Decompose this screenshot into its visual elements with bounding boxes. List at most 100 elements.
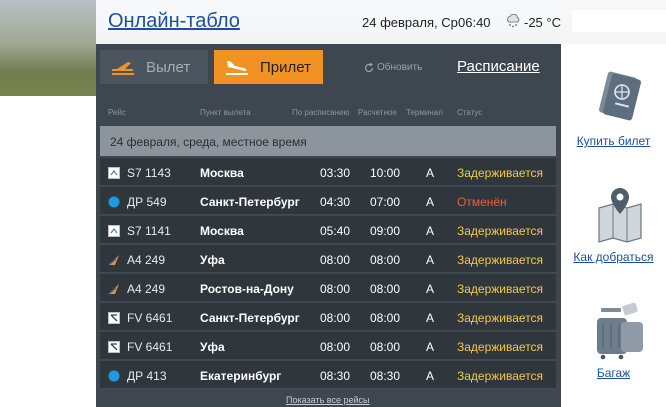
tab-departures[interactable]: Вылет [100, 50, 208, 84]
estimated-time: 07:00 [370, 195, 401, 209]
table-row[interactable]: S7 1141 Москва 05:40 09:00 A Задерживается [100, 216, 556, 244]
terminal: A [426, 253, 435, 267]
a4-logo-icon [108, 282, 120, 295]
sidebar-item-buy-ticket[interactable]: Купить билет [561, 68, 666, 154]
flight-number: FV 6461 [127, 311, 173, 325]
flight-number: ДР 549 [127, 195, 167, 209]
refresh-label: Обновить [377, 62, 423, 73]
status-label: Задерживается [457, 166, 544, 180]
scheduled-time: 05:40 [320, 224, 351, 238]
scheduled-time: 08:00 [320, 340, 351, 354]
date-separator: 24 февраля, среда, местное время [100, 126, 556, 156]
luggage-icon [597, 302, 643, 360]
plane-departure-icon [112, 62, 134, 75]
terminal: A [426, 340, 435, 354]
scheduled-time: 08:30 [320, 369, 351, 383]
origin-city: Москва [200, 224, 244, 238]
origin-city: Санкт-Петербург [200, 195, 300, 209]
origin-city: Санкт-Петербург [200, 311, 300, 325]
status-label: Задерживается [457, 224, 544, 238]
origin-city: Уфа [200, 253, 225, 267]
scheduled-time: 04:30 [320, 195, 351, 209]
table-row[interactable]: А4 249 Ростов-на-Дону 08:00 08:00 A Задержива… [100, 274, 556, 302]
status-label: Задерживается [457, 282, 544, 296]
table-row[interactable]: ДР 549 Санкт-Петербург 04:30 07:00 A Отменён [100, 187, 556, 215]
table-row[interactable]: FV 6461 Уфа 08:00 08:00 A Задерживается [100, 332, 556, 360]
column-header-status: Статус [457, 108, 483, 117]
plane-arrival-icon [226, 61, 248, 75]
terminal: A [426, 282, 435, 296]
table-row[interactable]: А4 249 Уфа 08:00 08:00 A Задерживается [100, 245, 556, 273]
terminal: A [426, 369, 435, 383]
column-header-origin: Пункт вылета [200, 108, 251, 117]
tab-departures-label: Вылет [146, 58, 191, 76]
scheduled-time: 03:30 [320, 166, 351, 180]
page: Онлайн-табло 24 февраля, Ср 06:40 -25 °C… [0, 0, 666, 407]
current-date: 24 февраля, Ср [362, 15, 458, 30]
tab-arrivals[interactable]: Прилет [214, 50, 323, 84]
origin-city: Уфа [200, 340, 225, 354]
flight-number: А4 249 [127, 253, 166, 267]
status-label: Отменён [457, 195, 507, 209]
table-row[interactable]: S7 1143 Москва 03:30 10:00 A Задерживается [100, 158, 556, 186]
dr-logo-icon [108, 369, 120, 382]
estimated-time: 08:00 [370, 340, 401, 354]
terminal: A [426, 311, 435, 325]
passport-icon [599, 71, 641, 121]
column-header-scheduled: По расписанию [292, 108, 350, 117]
header-bar: Онлайн-табло 24 февраля, Ср 06:40 -25 °C [96, 0, 666, 44]
flight-number: А4 249 [127, 282, 166, 296]
scheduled-time: 08:00 [320, 253, 351, 267]
date-separator-label: 24 февраля, среда, местное время [110, 135, 307, 149]
refresh-button[interactable]: Обновить [364, 62, 422, 73]
fv-logo-icon [108, 311, 120, 324]
tab-arrivals-label: Прилет [260, 58, 311, 76]
show-all-flights-link[interactable]: Показать все рейсы [286, 395, 369, 405]
s7-logo-icon [108, 166, 120, 179]
flight-board: Вылет Прилет Обновить Расписание Рейс Пу… [96, 44, 561, 407]
status-label: Задерживается [457, 340, 544, 354]
column-header-flight: Рейс [108, 108, 126, 117]
current-time: 06:40 [458, 15, 491, 30]
flight-number: FV 6461 [127, 340, 173, 354]
flight-number: ДР 413 [127, 369, 167, 383]
status-label: Задерживается [457, 311, 544, 325]
origin-city: Москва [200, 166, 244, 180]
refresh-icon [364, 62, 374, 72]
estimated-time: 08:00 [370, 253, 401, 267]
fv-logo-icon [108, 340, 120, 353]
map-pin-icon [598, 188, 642, 243]
status-label: Задерживается [457, 253, 544, 267]
estimated-time: 08:30 [370, 369, 401, 383]
estimated-time: 08:00 [370, 282, 401, 296]
estimated-time: 10:00 [370, 166, 401, 180]
sidebar: Купить билет Как добраться Багаж [561, 44, 666, 407]
column-header-terminal: Терминал [406, 108, 443, 117]
schedule-link[interactable]: Расписание [457, 58, 540, 75]
s7-logo-icon [108, 224, 120, 237]
sidebar-item-label: Купить билет [576, 134, 651, 148]
a4-logo-icon [108, 253, 120, 266]
page-title[interactable]: Онлайн-табло [108, 10, 240, 33]
table-row[interactable]: ДР 413 Екатеринбург 08:30 08:30 A Задерживает… [100, 361, 556, 389]
sidebar-item-label: Как добраться [573, 250, 654, 264]
flight-number: S7 1141 [127, 224, 171, 238]
sidebar-item-baggage[interactable]: Багаж [561, 300, 666, 386]
flight-number: S7 1143 [127, 166, 171, 180]
table-row[interactable]: FV 6461 Санкт-Петербург 08:00 08:00 A Задержи… [100, 303, 556, 331]
terminal: A [426, 166, 435, 180]
origin-city: Екатеринбург [200, 369, 282, 383]
sidebar-item-label: Багаж [596, 366, 631, 380]
background-airfield [0, 0, 96, 96]
terminal: A [426, 224, 435, 238]
estimated-time: 08:00 [370, 311, 401, 325]
origin-city: Ростов-на-Дону [200, 282, 294, 296]
search-box[interactable] [572, 10, 666, 32]
cloud-snow-icon [507, 14, 520, 28]
status-label: Задерживается [457, 369, 544, 383]
column-header-estimated: Расчетное [358, 108, 397, 117]
temperature: -25 °C [524, 15, 561, 30]
sidebar-item-directions[interactable]: Как добраться [561, 184, 666, 268]
terminal: A [426, 195, 435, 209]
scheduled-time: 08:00 [320, 282, 351, 296]
